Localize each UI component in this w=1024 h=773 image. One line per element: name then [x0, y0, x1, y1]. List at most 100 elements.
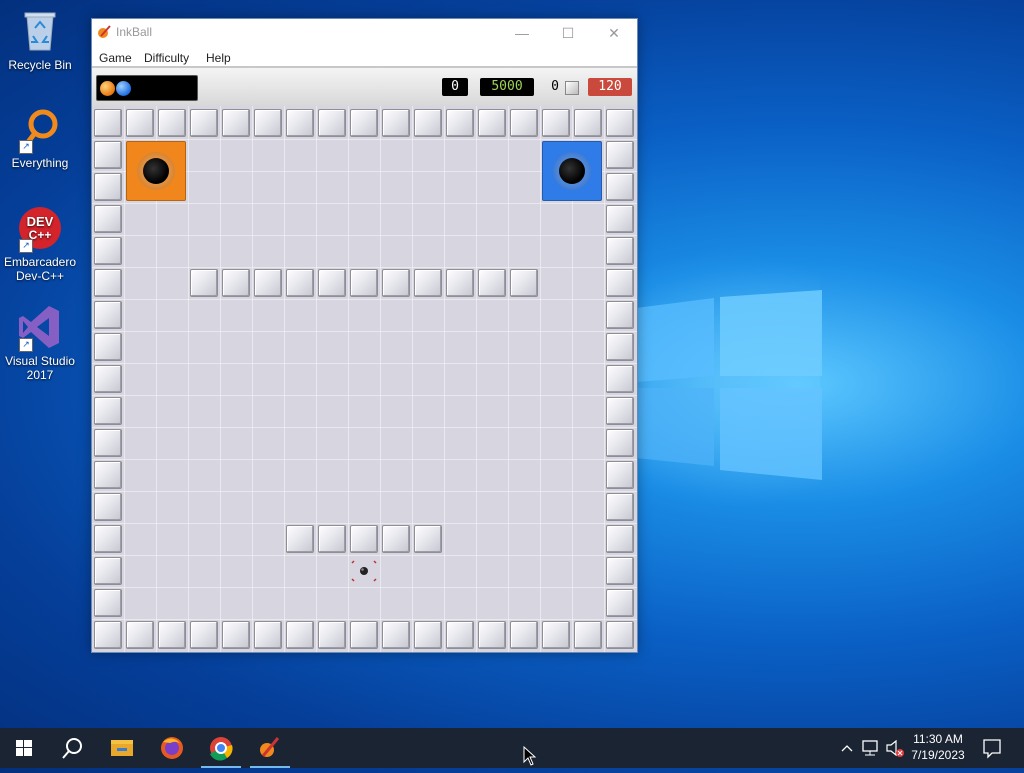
shortcut-arrow-icon: ↗: [19, 239, 33, 253]
maximize-button[interactable]: ☐: [545, 19, 591, 47]
wall-block: [382, 621, 410, 649]
wall-block: [318, 621, 346, 649]
start-button[interactable]: [0, 728, 48, 768]
grid-line: [124, 106, 125, 652]
system-clock[interactable]: 11:30 AM 7/19/2023: [904, 731, 972, 763]
wall-block: [190, 269, 218, 297]
target-score: 5000: [480, 78, 534, 96]
wall-block: [94, 525, 122, 553]
shortcut-arrow-icon: ↗: [19, 338, 33, 352]
wall-block: [318, 109, 346, 137]
recycle-bin-icon: [17, 8, 63, 54]
wall-block: [158, 621, 186, 649]
wall-block: [94, 493, 122, 521]
wall-block: [414, 525, 442, 553]
wall-block: [286, 269, 314, 297]
title-bar[interactable]: InkBall — ☐ ✕: [92, 19, 637, 47]
wall-block: [190, 109, 218, 137]
wall-block: [606, 109, 634, 137]
wall-block: [510, 109, 538, 137]
wall-block: [126, 621, 154, 649]
wall-block: [94, 141, 122, 169]
grid-line: [284, 106, 285, 652]
desktop-icon-devcpp[interactable]: DEV C++ ↗ Embarcadero Dev-C++: [0, 205, 80, 283]
wall-block: [478, 269, 506, 297]
wall-block: [318, 525, 346, 553]
visual-studio-icon: ↗: [17, 304, 63, 352]
firefox-button[interactable]: [148, 728, 196, 768]
wall-block: [94, 461, 122, 489]
mouse-cursor-icon: [523, 746, 537, 766]
window-title: InkBall: [116, 25, 153, 39]
network-button[interactable]: [860, 728, 882, 768]
inkball-app-icon: [98, 25, 111, 38]
grid-line: [92, 235, 637, 236]
wall-block: [126, 109, 154, 137]
close-button[interactable]: ✕: [591, 19, 637, 47]
wall-block: [478, 621, 506, 649]
wall-block: [190, 621, 218, 649]
wall-block: [510, 621, 538, 649]
game-board[interactable]: [92, 106, 637, 652]
grid-line: [508, 106, 509, 652]
file-explorer-button[interactable]: [98, 728, 146, 768]
wall-block: [606, 173, 634, 201]
wall-block: [606, 621, 634, 649]
wall-block: [94, 557, 122, 585]
wall-block: [382, 269, 410, 297]
minimize-button[interactable]: —: [499, 19, 545, 47]
grid-line: [92, 459, 637, 460]
wall-block: [606, 589, 634, 617]
wall-block-icon: [565, 81, 579, 95]
chrome-button[interactable]: [197, 728, 245, 768]
search-icon: [62, 738, 82, 759]
grid-line: [92, 491, 637, 492]
score-counter: 0: [442, 78, 468, 96]
desktop-icon-visual-studio[interactable]: ↗ Visual Studio 2017: [0, 304, 80, 382]
devcpp-icon: DEV C++ ↗: [17, 205, 63, 253]
desktop-icon-recycle-bin[interactable]: Recycle Bin: [0, 8, 80, 72]
wall-block: [446, 109, 474, 137]
desktop-icon-everything[interactable]: ↗ Everything: [0, 106, 80, 170]
menu-help[interactable]: Help: [206, 51, 231, 65]
grid-line: [604, 106, 605, 652]
orange-hole: [126, 141, 186, 201]
walls-counter: 0: [551, 79, 559, 94]
wall-block: [606, 333, 634, 361]
wall-block: [606, 429, 634, 457]
everything-search-icon: ↗: [17, 106, 63, 154]
wall-block: [606, 237, 634, 265]
grid-line: [348, 106, 349, 652]
wall-block: [254, 269, 282, 297]
desktop-icon-label: Recycle Bin: [8, 58, 72, 72]
upcoming-balls-tray: [96, 75, 198, 101]
search-button[interactable]: [48, 728, 96, 768]
volume-muted-icon: [886, 739, 904, 757]
menu-difficulty[interactable]: Difficulty: [144, 51, 189, 65]
grid-line: [476, 106, 477, 652]
wall-block: [414, 621, 442, 649]
desktop-icon-label: Embarcadero Dev-C++: [3, 255, 77, 283]
show-hidden-icons-button[interactable]: [838, 728, 856, 768]
inkball-taskbar-button[interactable]: [246, 728, 294, 768]
grid-line: [380, 106, 381, 652]
windows-logo-wallpaper: [636, 290, 822, 480]
wall-block: [94, 429, 122, 457]
grid-line: [92, 331, 637, 332]
menu-game[interactable]: Game: [99, 51, 132, 65]
action-center-button[interactable]: [980, 728, 1004, 768]
notification-icon: [983, 739, 1001, 759]
inkball-window[interactable]: InkBall — ☐ ✕ Game Difficulty Help 0 500…: [91, 18, 638, 653]
wall-block: [286, 621, 314, 649]
grid-line: [92, 587, 637, 588]
wall-block: [94, 173, 122, 201]
volume-button[interactable]: [884, 728, 906, 768]
wall-block: [94, 333, 122, 361]
desktop-icon-label: Everything: [11, 156, 69, 170]
wall-block: [350, 109, 378, 137]
wall-block: [606, 461, 634, 489]
grid-line: [92, 203, 637, 204]
wall-block: [606, 557, 634, 585]
wall-block: [94, 109, 122, 137]
blue-hole-pit: [559, 158, 585, 184]
